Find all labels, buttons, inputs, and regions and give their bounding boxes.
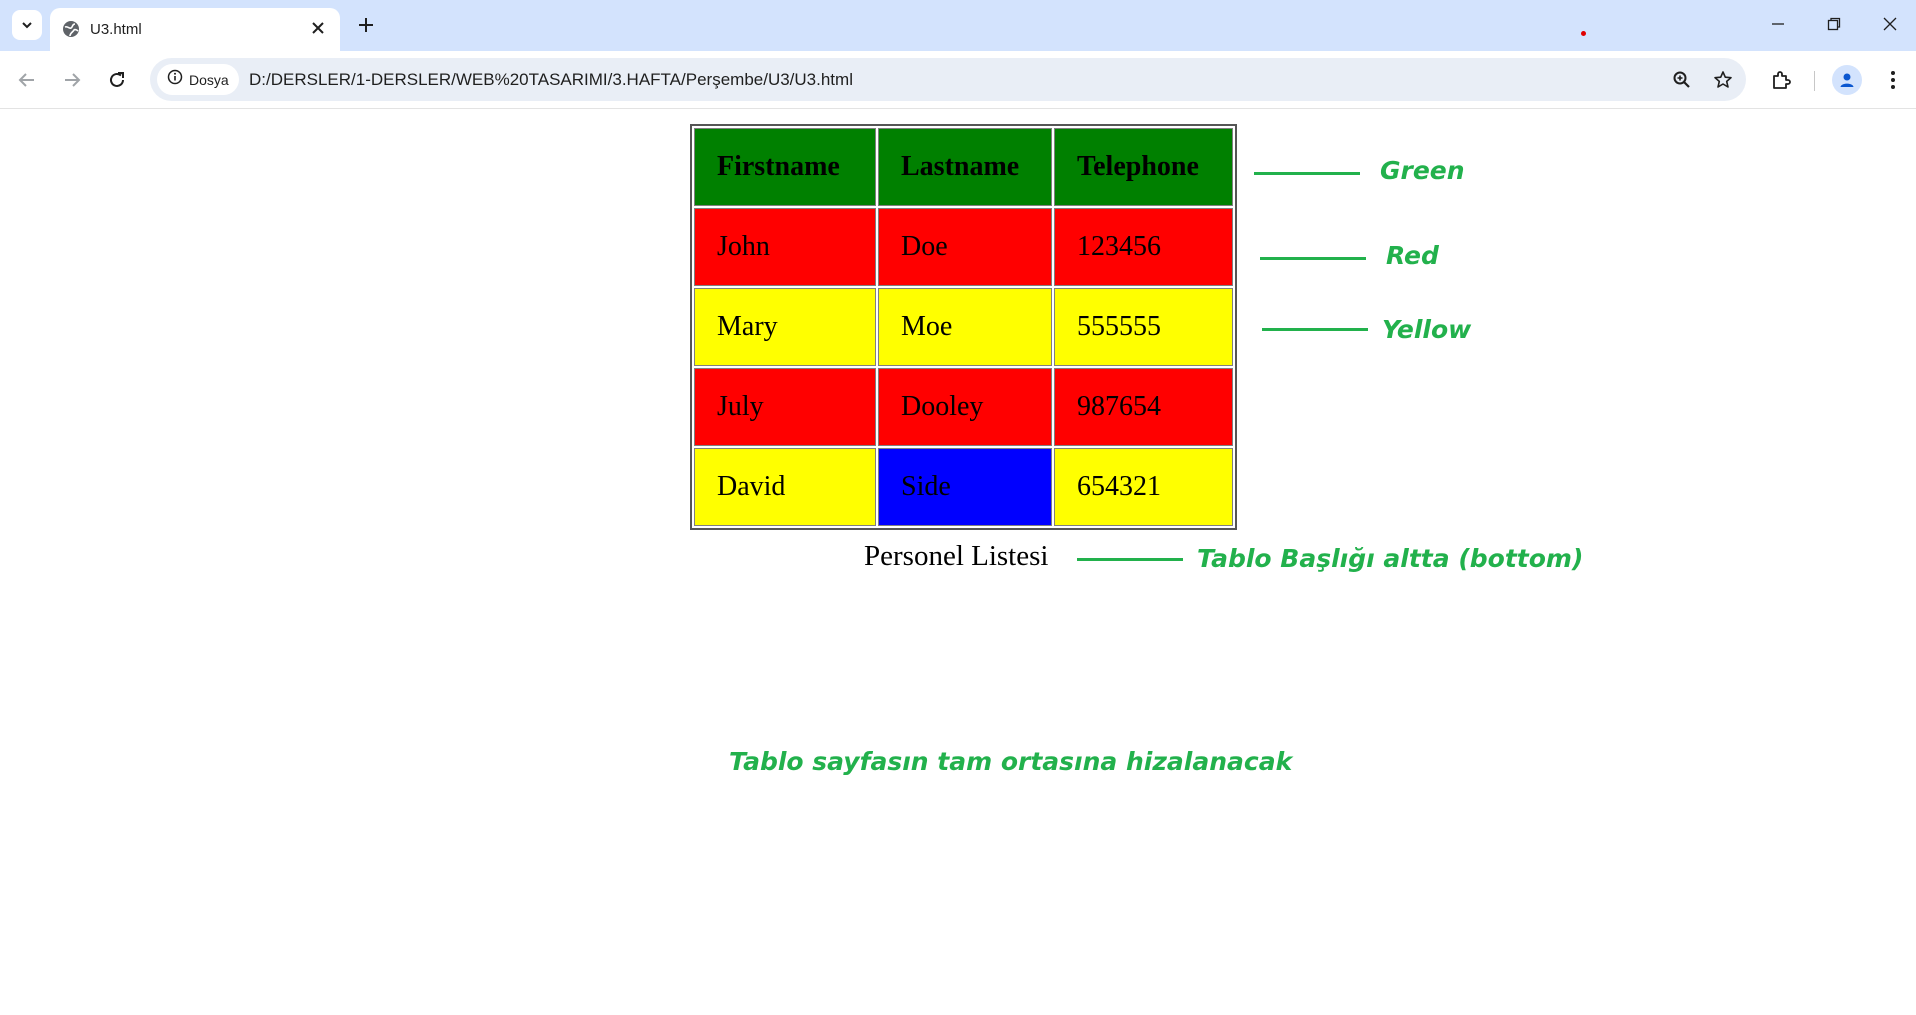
annotation-line-red [1260,257,1366,260]
close-icon [1883,17,1897,31]
close-tab-icon[interactable] [306,16,330,40]
table-row: Mary Moe 555555 [694,288,1233,366]
menu-button[interactable] [1876,63,1910,97]
cell-firstname: July [694,368,876,446]
table-row: David Side 654321 [694,448,1233,526]
minimize-icon [1772,23,1784,25]
url-text[interactable]: D:/DERSLER/1-DERSLER/WEB%20TASARIMI/3.HA… [249,70,853,90]
cell-telephone: 654321 [1054,448,1233,526]
puzzle-icon [1773,71,1791,89]
arrow-left-icon [18,73,34,87]
header-lastname: Lastname [878,128,1052,206]
cell-telephone: 123456 [1054,208,1233,286]
header-telephone: Telephone [1054,128,1233,206]
red-dot [1581,31,1586,36]
cell-firstname: John [694,208,876,286]
header-firstname: Firstname [694,128,876,206]
annotation-green: Green [1380,156,1465,185]
cell-lastname: Dooley [878,368,1052,446]
site-info-chip[interactable]: Dosya [157,64,239,95]
back-button[interactable] [10,63,44,97]
table-caption: Personel Listesi [864,540,1049,572]
globe-icon [62,20,80,43]
tab-title: U3.html [90,21,142,38]
browser-toolbar: Dosya D:/DERSLER/1-DERSLER/WEB%20TASARIM… [0,51,1916,109]
table-header-row: Firstname Lastname Telephone [694,128,1233,206]
zoom-icon[interactable] [1669,67,1695,93]
extensions-button[interactable] [1764,63,1798,97]
address-bar[interactable]: Dosya D:/DERSLER/1-DERSLER/WEB%20TASARIM… [150,58,1746,101]
site-info-label: Dosya [189,71,229,88]
cell-lastname: Doe [878,208,1052,286]
restore-button[interactable] [1806,0,1862,48]
close-window-button[interactable] [1862,0,1916,48]
forward-button[interactable] [55,63,89,97]
tab-search-button[interactable] [12,10,42,40]
restore-icon [1827,17,1841,31]
cell-telephone: 987654 [1054,368,1233,446]
more-vert-icon [1891,71,1895,89]
annotation-center-note: Tablo sayfasın tam ortasına hizalanacak [729,747,1293,776]
plus-icon [359,18,373,32]
minimize-button[interactable] [1750,0,1806,48]
annotation-line-yellow [1262,328,1368,331]
annotation-line-green [1254,172,1360,175]
cell-lastname: Moe [878,288,1052,366]
reload-icon [110,72,124,87]
chevron-down-icon [22,22,32,29]
person-icon [1840,73,1854,87]
cell-firstname: Mary [694,288,876,366]
tab-strip: U3.html [0,0,1916,51]
annotation-caption-note: Tablo Başlığı altta (bottom) [1197,544,1584,573]
active-tab[interactable]: U3.html [50,8,340,51]
annotation-yellow: Yellow [1382,315,1472,344]
bookmark-star-icon[interactable] [1710,67,1736,93]
cell-firstname: David [694,448,876,526]
new-tab-button[interactable] [351,10,381,40]
personnel-table: Firstname Lastname Telephone John Doe 12… [690,124,1237,530]
cell-lastname: Side [878,448,1052,526]
table-row: John Doe 123456 [694,208,1233,286]
cell-telephone: 555555 [1054,288,1233,366]
profile-avatar[interactable] [1832,65,1862,95]
reload-button[interactable] [100,63,134,97]
annotation-red: Red [1386,241,1439,270]
arrow-right-icon [65,73,81,87]
annotation-line-caption [1077,558,1183,561]
table-row: July Dooley 987654 [694,368,1233,446]
info-icon [167,69,183,90]
toolbar-divider [1814,71,1815,91]
